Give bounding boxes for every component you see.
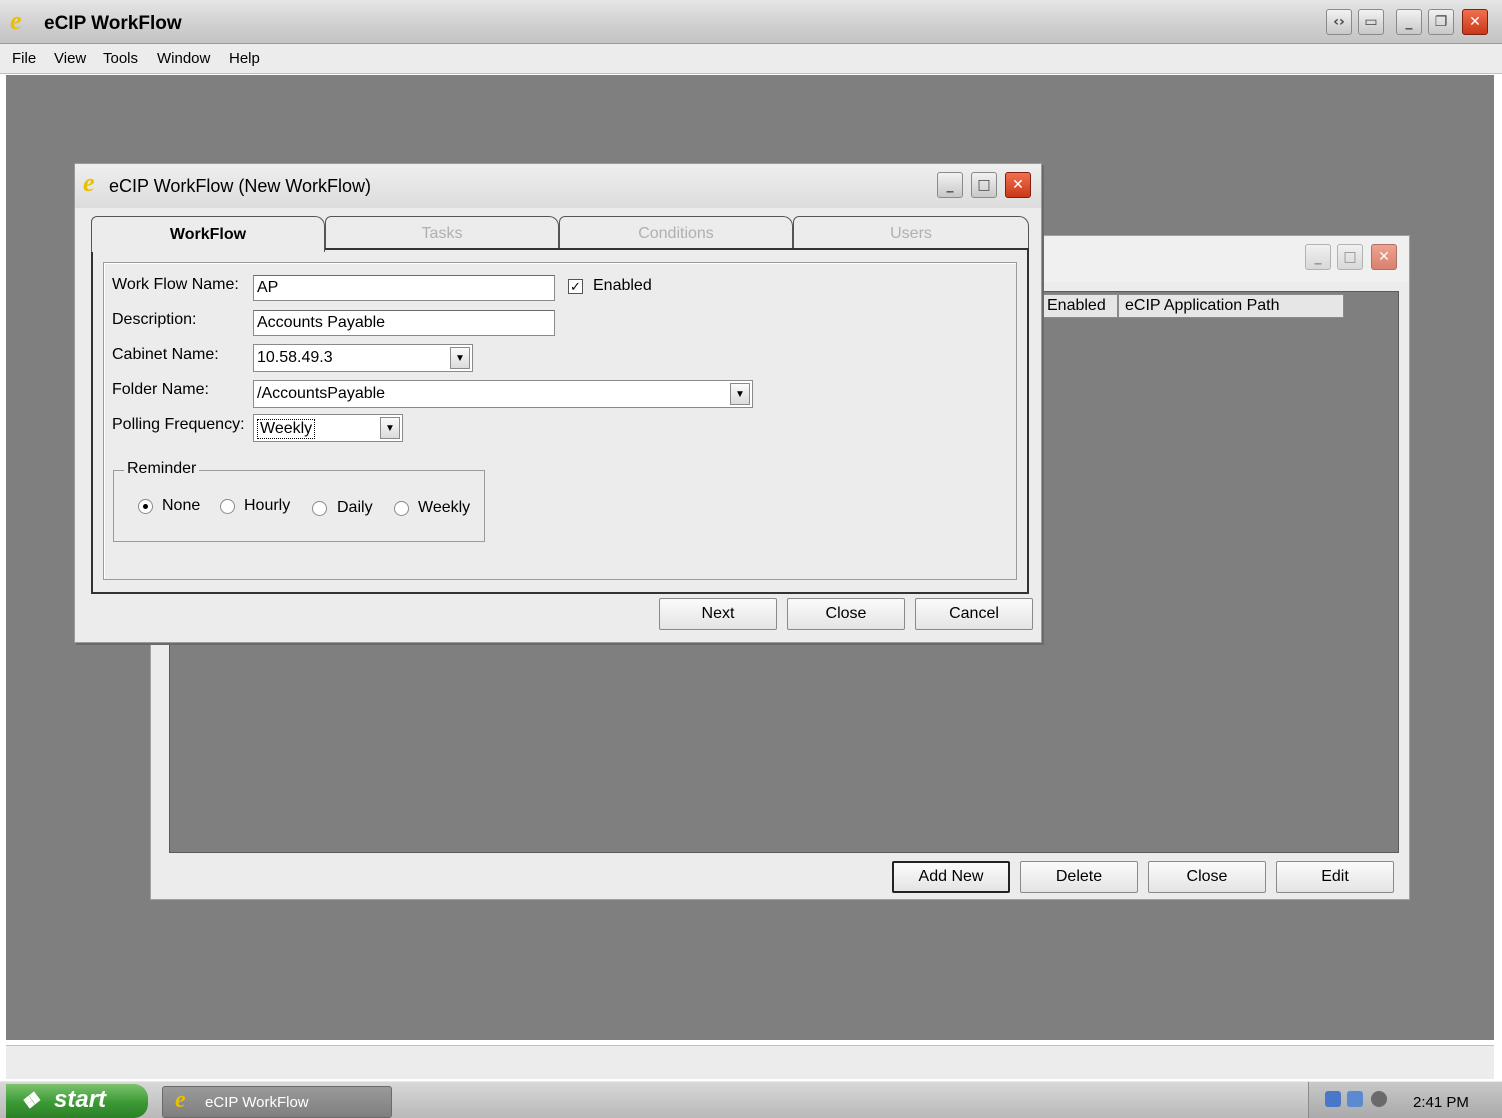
reminder-daily-radio[interactable] [312,501,327,516]
reminder-weekly-label: Weekly [418,499,471,516]
workflow-name-label: Work Flow Name: [112,276,239,293]
cabinet-name-label: Cabinet Name: [112,346,219,363]
dialog-close-action-button[interactable]: Close [787,598,905,630]
menu-bar: File View Tools Window Help [0,44,1502,74]
extra-window-button-2[interactable]: ▭ [1358,9,1384,35]
reminder-none-label: None [162,497,201,514]
network-icon[interactable] [1325,1091,1341,1107]
cabinet-name-select[interactable]: 10.58.49.3 ▼ [253,344,473,372]
reminder-weekly-radio[interactable] [394,501,409,516]
add-new-button[interactable]: Add New [892,861,1010,893]
polling-frequency-label: Polling Frequency: [112,416,245,433]
next-button[interactable]: Next [659,598,777,630]
close-icon: ✕ [1469,14,1481,30]
taskbar: ❖ start e eCIP WorkFlow 2:41 PM [0,1081,1502,1118]
tab-strip: WorkFlow Tasks Conditions Users [91,216,1029,252]
menu-tools[interactable]: Tools [103,50,138,67]
minimize-icon: _ [946,177,954,193]
chevron-down-icon[interactable]: ▼ [730,383,750,405]
cancel-button[interactable]: Cancel [915,598,1033,630]
tab-users[interactable]: Users [793,216,1029,250]
edit-button[interactable]: Edit [1276,861,1394,893]
reminder-hourly-label: Hourly [244,497,291,514]
nav-arrows-icon: ‹› [1333,14,1345,30]
minimize-icon: _ [1314,249,1322,265]
dialog-logo-icon: e [83,168,95,197]
folder-name-select[interactable]: /AccountsPayable ▼ [253,380,753,408]
polling-frequency-select[interactable]: Weekly ▼ [253,414,403,442]
maximize-icon: □ [1343,249,1357,265]
description-label: Description: [112,311,197,328]
reminder-legend: Reminder [124,460,200,478]
cabinet-name-value: 10.58.49.3 [257,349,333,366]
column-header-enabled[interactable]: Enabled [1040,294,1118,318]
app-titlebar[interactable]: e eCIP WorkFlow ‹› ▭ _ ❐ ✕ [0,0,1502,44]
list-close-button[interactable]: ✕ [1371,244,1397,270]
list-close-action-button[interactable]: Close [1148,861,1266,893]
folder-name-label: Folder Name: [112,381,209,398]
description-input[interactable]: Accounts Payable [253,310,555,336]
app-title: eCIP WorkFlow [44,13,182,34]
dialog-titlebar[interactable]: e eCIP WorkFlow (New WorkFlow) _ □ ✕ [75,164,1041,208]
page-icon: ▭ [1364,14,1378,30]
polling-frequency-value: Weekly [257,419,316,439]
restore-button[interactable]: ❐ [1428,9,1454,35]
reminder-daily-label: Daily [337,499,373,516]
close-button[interactable]: ✕ [1462,9,1488,35]
extra-window-button-1[interactable]: ‹› [1326,9,1352,35]
status-bar [6,1045,1494,1079]
app-logo-icon: e [175,1087,186,1113]
tab-conditions[interactable]: Conditions [559,216,793,250]
close-icon: ✕ [1378,249,1390,265]
tab-workflow[interactable]: WorkFlow [91,216,325,252]
tab-tasks[interactable]: Tasks [325,216,559,250]
restore-icon: ❐ [1434,14,1448,30]
dialog-title: eCIP WorkFlow (New WorkFlow) [109,176,372,196]
windows-logo-icon: ❖ [20,1088,40,1113]
start-button[interactable]: ❖ start [6,1084,148,1118]
column-header-app-path[interactable]: eCIP Application Path [1118,294,1344,318]
clock: 2:41 PM [1413,1094,1469,1111]
list-maximize-button[interactable]: □ [1337,244,1363,270]
reminder-group: Reminder None Hourly Daily Weekly [113,460,485,542]
minimize-icon: _ [1405,14,1413,30]
enabled-label: Enabled [593,277,652,294]
list-minimize-button[interactable]: _ [1305,244,1331,270]
start-label: start [54,1086,107,1113]
enabled-checkbox[interactable]: ✓ [568,279,583,294]
menu-window[interactable]: Window [157,50,210,67]
taskbar-item-label: eCIP WorkFlow [205,1094,309,1111]
connection-icon[interactable] [1347,1091,1363,1107]
dialog-maximize-button[interactable]: □ [971,172,997,198]
maximize-icon: □ [977,177,991,193]
close-icon: ✕ [1012,177,1024,193]
dialog-minimize-button[interactable]: _ [937,172,963,198]
delete-button[interactable]: Delete [1020,861,1138,893]
menu-file[interactable]: File [12,50,36,67]
folder-name-value: /AccountsPayable [257,385,386,402]
taskbar-item-ecip[interactable]: e eCIP WorkFlow [162,1086,392,1118]
reminder-none-radio[interactable] [138,499,153,514]
app-logo-icon: e [10,6,22,35]
menu-view[interactable]: View [54,50,86,67]
minimize-button[interactable]: _ [1396,9,1422,35]
dialog-close-button[interactable]: ✕ [1005,172,1031,198]
volume-icon[interactable] [1371,1091,1387,1107]
reminder-hourly-radio[interactable] [220,499,235,514]
menu-help[interactable]: Help [229,50,260,67]
system-tray: 2:41 PM [1308,1082,1502,1118]
checkmark-icon: ✓ [570,279,581,294]
chevron-down-icon[interactable]: ▼ [450,347,470,369]
workflow-name-input[interactable]: AP [253,275,555,301]
chevron-down-icon[interactable]: ▼ [380,417,400,439]
